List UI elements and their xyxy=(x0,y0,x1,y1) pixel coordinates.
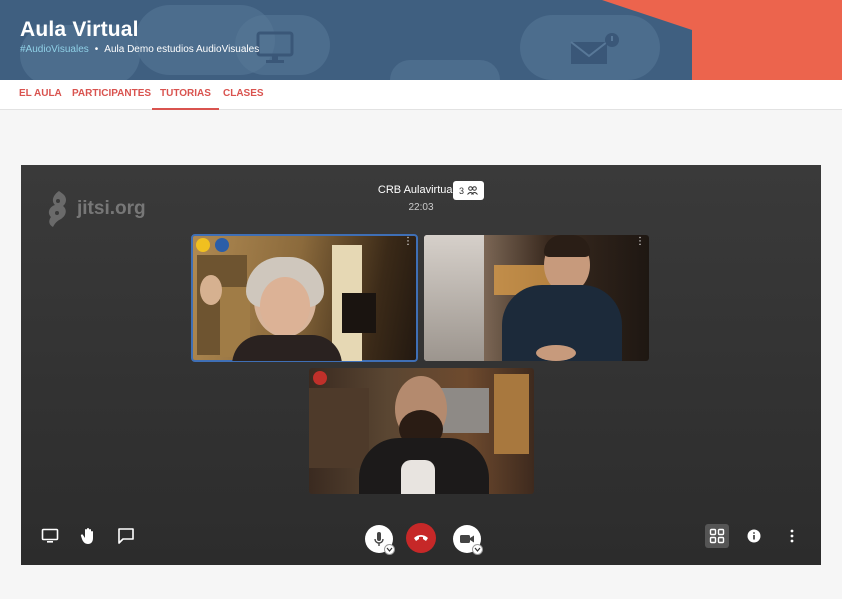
tile-menu-icon[interactable]: ⋮ xyxy=(635,237,645,247)
more-options-button[interactable] xyxy=(781,525,803,547)
participant-tile[interactable]: ⋮ xyxy=(191,234,418,362)
banner-subtitle: #AudioVisuales • Aula Demo estudios AudioV… xyxy=(20,44,259,55)
tile-view-button[interactable] xyxy=(705,524,729,548)
hashtag-link[interactable]: #AudioVisuales xyxy=(20,44,89,55)
tile-menu-icon[interactable]: ⋮ xyxy=(403,237,413,247)
chevron-down-icon[interactable] xyxy=(472,544,483,555)
course-name: Aula Demo estudios AudioVisuales xyxy=(104,44,260,55)
connection-indicator-icon xyxy=(313,371,327,385)
screen-share-button[interactable] xyxy=(39,525,61,547)
info-icon xyxy=(747,529,761,543)
participant-tile[interactable] xyxy=(309,368,534,494)
watermark-text: jitsi.org xyxy=(77,198,146,219)
course-nav: EL AULA PARTICIPANTES TUTORIAS CLASES xyxy=(0,80,842,110)
screen-share-icon xyxy=(41,528,59,543)
microphone-button[interactable] xyxy=(362,522,396,556)
raise-hand-icon xyxy=(80,528,93,544)
dominant-speaker-icon xyxy=(215,238,229,252)
hangup-icon xyxy=(414,535,428,541)
monitor-icon xyxy=(256,31,294,63)
chat-button[interactable] xyxy=(115,525,137,547)
tab-clases[interactable]: CLASES xyxy=(223,80,264,110)
tab-el-aula[interactable]: EL AULA xyxy=(19,80,62,110)
hangup-button[interactable] xyxy=(405,522,437,554)
raise-hand-button[interactable] xyxy=(78,525,100,547)
video-conference: jitsi.org CRB Aulavirtual 1 22:03 3 ⋮ ⋮ xyxy=(21,165,821,565)
jitsi-logo-icon xyxy=(48,191,66,227)
people-icon xyxy=(467,186,478,195)
participant-count-value: 3 xyxy=(458,185,464,196)
chat-icon xyxy=(118,528,134,544)
meeting-timer: 22:03 xyxy=(408,202,434,213)
tab-tutorias[interactable]: TUTORIAS xyxy=(152,80,219,110)
participant-tile[interactable]: ⋮ xyxy=(424,235,649,361)
info-button[interactable] xyxy=(743,525,765,547)
separator: • xyxy=(94,44,99,55)
more-icon xyxy=(790,529,794,543)
chevron-down-icon[interactable] xyxy=(384,544,395,555)
header-banner: Aula Virtual #AudioVisuales • Aula Demo es… xyxy=(0,0,842,80)
audio-level-icon xyxy=(196,238,210,252)
camera-button[interactable] xyxy=(450,522,484,556)
camera-icon xyxy=(460,535,474,543)
tile-view-icon xyxy=(709,528,725,544)
participant-count[interactable]: 3 xyxy=(453,181,484,200)
microphone-icon xyxy=(374,532,384,546)
page-title: Aula Virtual xyxy=(20,18,139,41)
jitsi-watermark[interactable]: jitsi.org xyxy=(45,189,146,229)
tab-participantes[interactable]: PARTICIPANTES xyxy=(72,80,151,110)
